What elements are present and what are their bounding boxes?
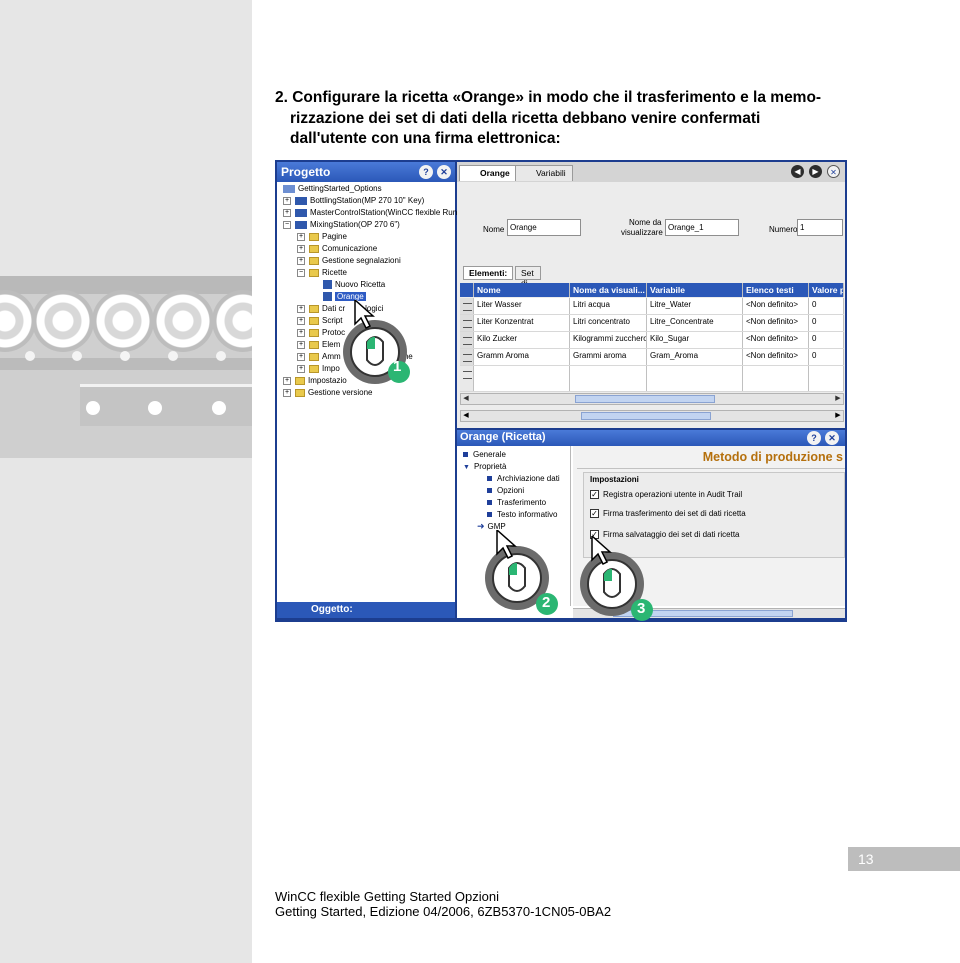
settings-group-title: Impostazioni: [590, 475, 639, 484]
number-field[interactable]: 1: [797, 219, 843, 236]
number-label: Numero: [769, 225, 798, 234]
checkbox-sign-transfer[interactable]: ✓ Firma trasferimento dei set di dati ric…: [590, 508, 746, 520]
table-row[interactable]: Liter Wasser Litri acqua Litre_Water <No…: [460, 298, 844, 315]
table-row[interactable]: Liter Konzentrat Litri concentrato Litre…: [460, 315, 844, 332]
callout-number-2: 2: [542, 594, 551, 611]
left-margin-strip: [0, 0, 252, 963]
close-icon[interactable]: ✕: [437, 165, 451, 179]
tree-item-pages[interactable]: + Pagine: [297, 231, 347, 242]
conveyor-illustration: [0, 276, 252, 458]
step-line-3: dall'utente con una firma elettronica:: [290, 130, 561, 147]
table-row[interactable]: Kilo Zucker Kilogrammi zucchero Kilo_Sug…: [460, 332, 844, 349]
project-pane-header: Progetto ? ✕: [277, 162, 455, 182]
callout-number-3: 3: [637, 600, 646, 617]
mouse-callout-1: [343, 300, 410, 384]
mouse-callout-2: [485, 530, 558, 615]
nav-forward-icon[interactable]: ▶: [809, 165, 822, 178]
wincc-screenshot: Progetto ? ✕ GettingStarted_Options + Bot…: [275, 160, 847, 622]
col-default-value[interactable]: Valore p: [809, 283, 844, 297]
display-name-label-1: Nome da: [629, 218, 662, 227]
properties-close-icon[interactable]: ✕: [825, 431, 839, 445]
object-bar: Oggetto:: [277, 602, 455, 618]
checkbox-icon[interactable]: ✓: [590, 490, 599, 500]
tree-item-master[interactable]: + MasterControlStation(WinCC flexible Run…: [283, 207, 459, 218]
editor-scrollbar[interactable]: ◀ ▶: [460, 410, 844, 422]
checkbox-icon[interactable]: ✓: [590, 509, 599, 519]
editor-close-icon[interactable]: ✕: [827, 165, 840, 178]
nav-options[interactable]: Opzioni: [487, 485, 524, 496]
project-pane: Progetto ? ✕ GettingStarted_Options + Bot…: [277, 162, 459, 618]
tree-item-communication[interactable]: + Comunicazione: [297, 243, 377, 254]
name-field[interactable]: Orange: [507, 219, 581, 236]
table-row[interactable]: Gramm Aroma Grammi aroma Gram_Aroma <Non…: [460, 349, 844, 366]
col-display-name[interactable]: Nome da visuali...: [570, 283, 647, 297]
tab-datasets[interactable]: Set di dati: [515, 266, 541, 298]
step-instruction: 2. Configurare la ricetta «Orange» in mo…: [275, 88, 865, 150]
nav-transfer[interactable]: Trasferimento: [487, 497, 546, 508]
step-line-2: rizzazione dei set di dati della ricetta…: [290, 109, 761, 127]
properties-header: Orange (Ricetta) ? ✕: [457, 430, 845, 446]
nav-data-archiving[interactable]: Archiviazione dati: [487, 473, 560, 484]
nav-properties[interactable]: ▼ Proprietà: [463, 461, 506, 472]
help-icon[interactable]: ?: [419, 165, 433, 179]
col-variable[interactable]: Variabile: [647, 283, 743, 297]
tree-item-recipes[interactable]: − Ricette: [297, 267, 347, 278]
tree-item-alarms[interactable]: + Gestione segnalazioni: [297, 255, 401, 266]
name-label: Nome: [483, 225, 505, 234]
footer-line-2: Getting Started, Edizione 04/2006, 6ZB53…: [275, 904, 612, 919]
properties-title: Orange (Ricetta): [460, 431, 546, 443]
nav-back-icon[interactable]: ◀: [791, 165, 804, 178]
nav-general[interactable]: Generale: [463, 449, 506, 460]
object-label: Oggetto:: [311, 604, 353, 615]
section-title: Metodo di produzione s: [702, 450, 843, 464]
editor-tabs: Orange Variabili ◀ ▶ ✕: [457, 162, 845, 182]
tree-item-project[interactable]: GettingStarted_Options: [283, 183, 382, 194]
table-empty-row[interactable]: [460, 366, 844, 392]
page-number: 13: [848, 847, 960, 871]
checkbox-audit-trail[interactable]: ✓ Registra operazioni utente in Audit Tra…: [590, 489, 742, 501]
step-line-1: 2. Configurare la ricetta «Orange» in mo…: [275, 89, 822, 106]
col-name[interactable]: Nome: [474, 283, 570, 297]
footer-line-1: WinCC flexible Getting Started Opzioni: [275, 889, 499, 904]
recipe-editor: Orange Variabili ◀ ▶ ✕ Nome Orange Nome …: [457, 162, 845, 428]
table-header: Nome Nome da visuali... Variabile Elenco…: [460, 283, 844, 297]
properties-help-icon[interactable]: ?: [807, 431, 821, 445]
table-scrollbar[interactable]: ◀ ▶: [460, 393, 844, 405]
project-pane-title: Progetto: [281, 165, 331, 179]
tree-item-mixing[interactable]: − MixingStation(OP 270 6"): [283, 219, 400, 230]
tab-elements[interactable]: Elementi:: [463, 266, 514, 280]
tree-item-bottling[interactable]: + BottlingStation(MP 270 10" Key): [283, 195, 424, 206]
display-name-field[interactable]: Orange_1: [665, 219, 739, 236]
callout-number-1: 1: [393, 358, 402, 375]
nav-info-text[interactable]: Testo informativo: [487, 509, 557, 520]
display-name-label-2: visualizzare: [621, 228, 663, 237]
tab-variables[interactable]: Variabili: [515, 165, 573, 181]
tab-orange[interactable]: Orange: [459, 165, 517, 181]
mouse-callout-3: [580, 536, 653, 621]
tree-item-new-recipe[interactable]: Nuovo Ricetta: [323, 279, 385, 290]
col-text-list[interactable]: Elenco testi: [743, 283, 809, 297]
